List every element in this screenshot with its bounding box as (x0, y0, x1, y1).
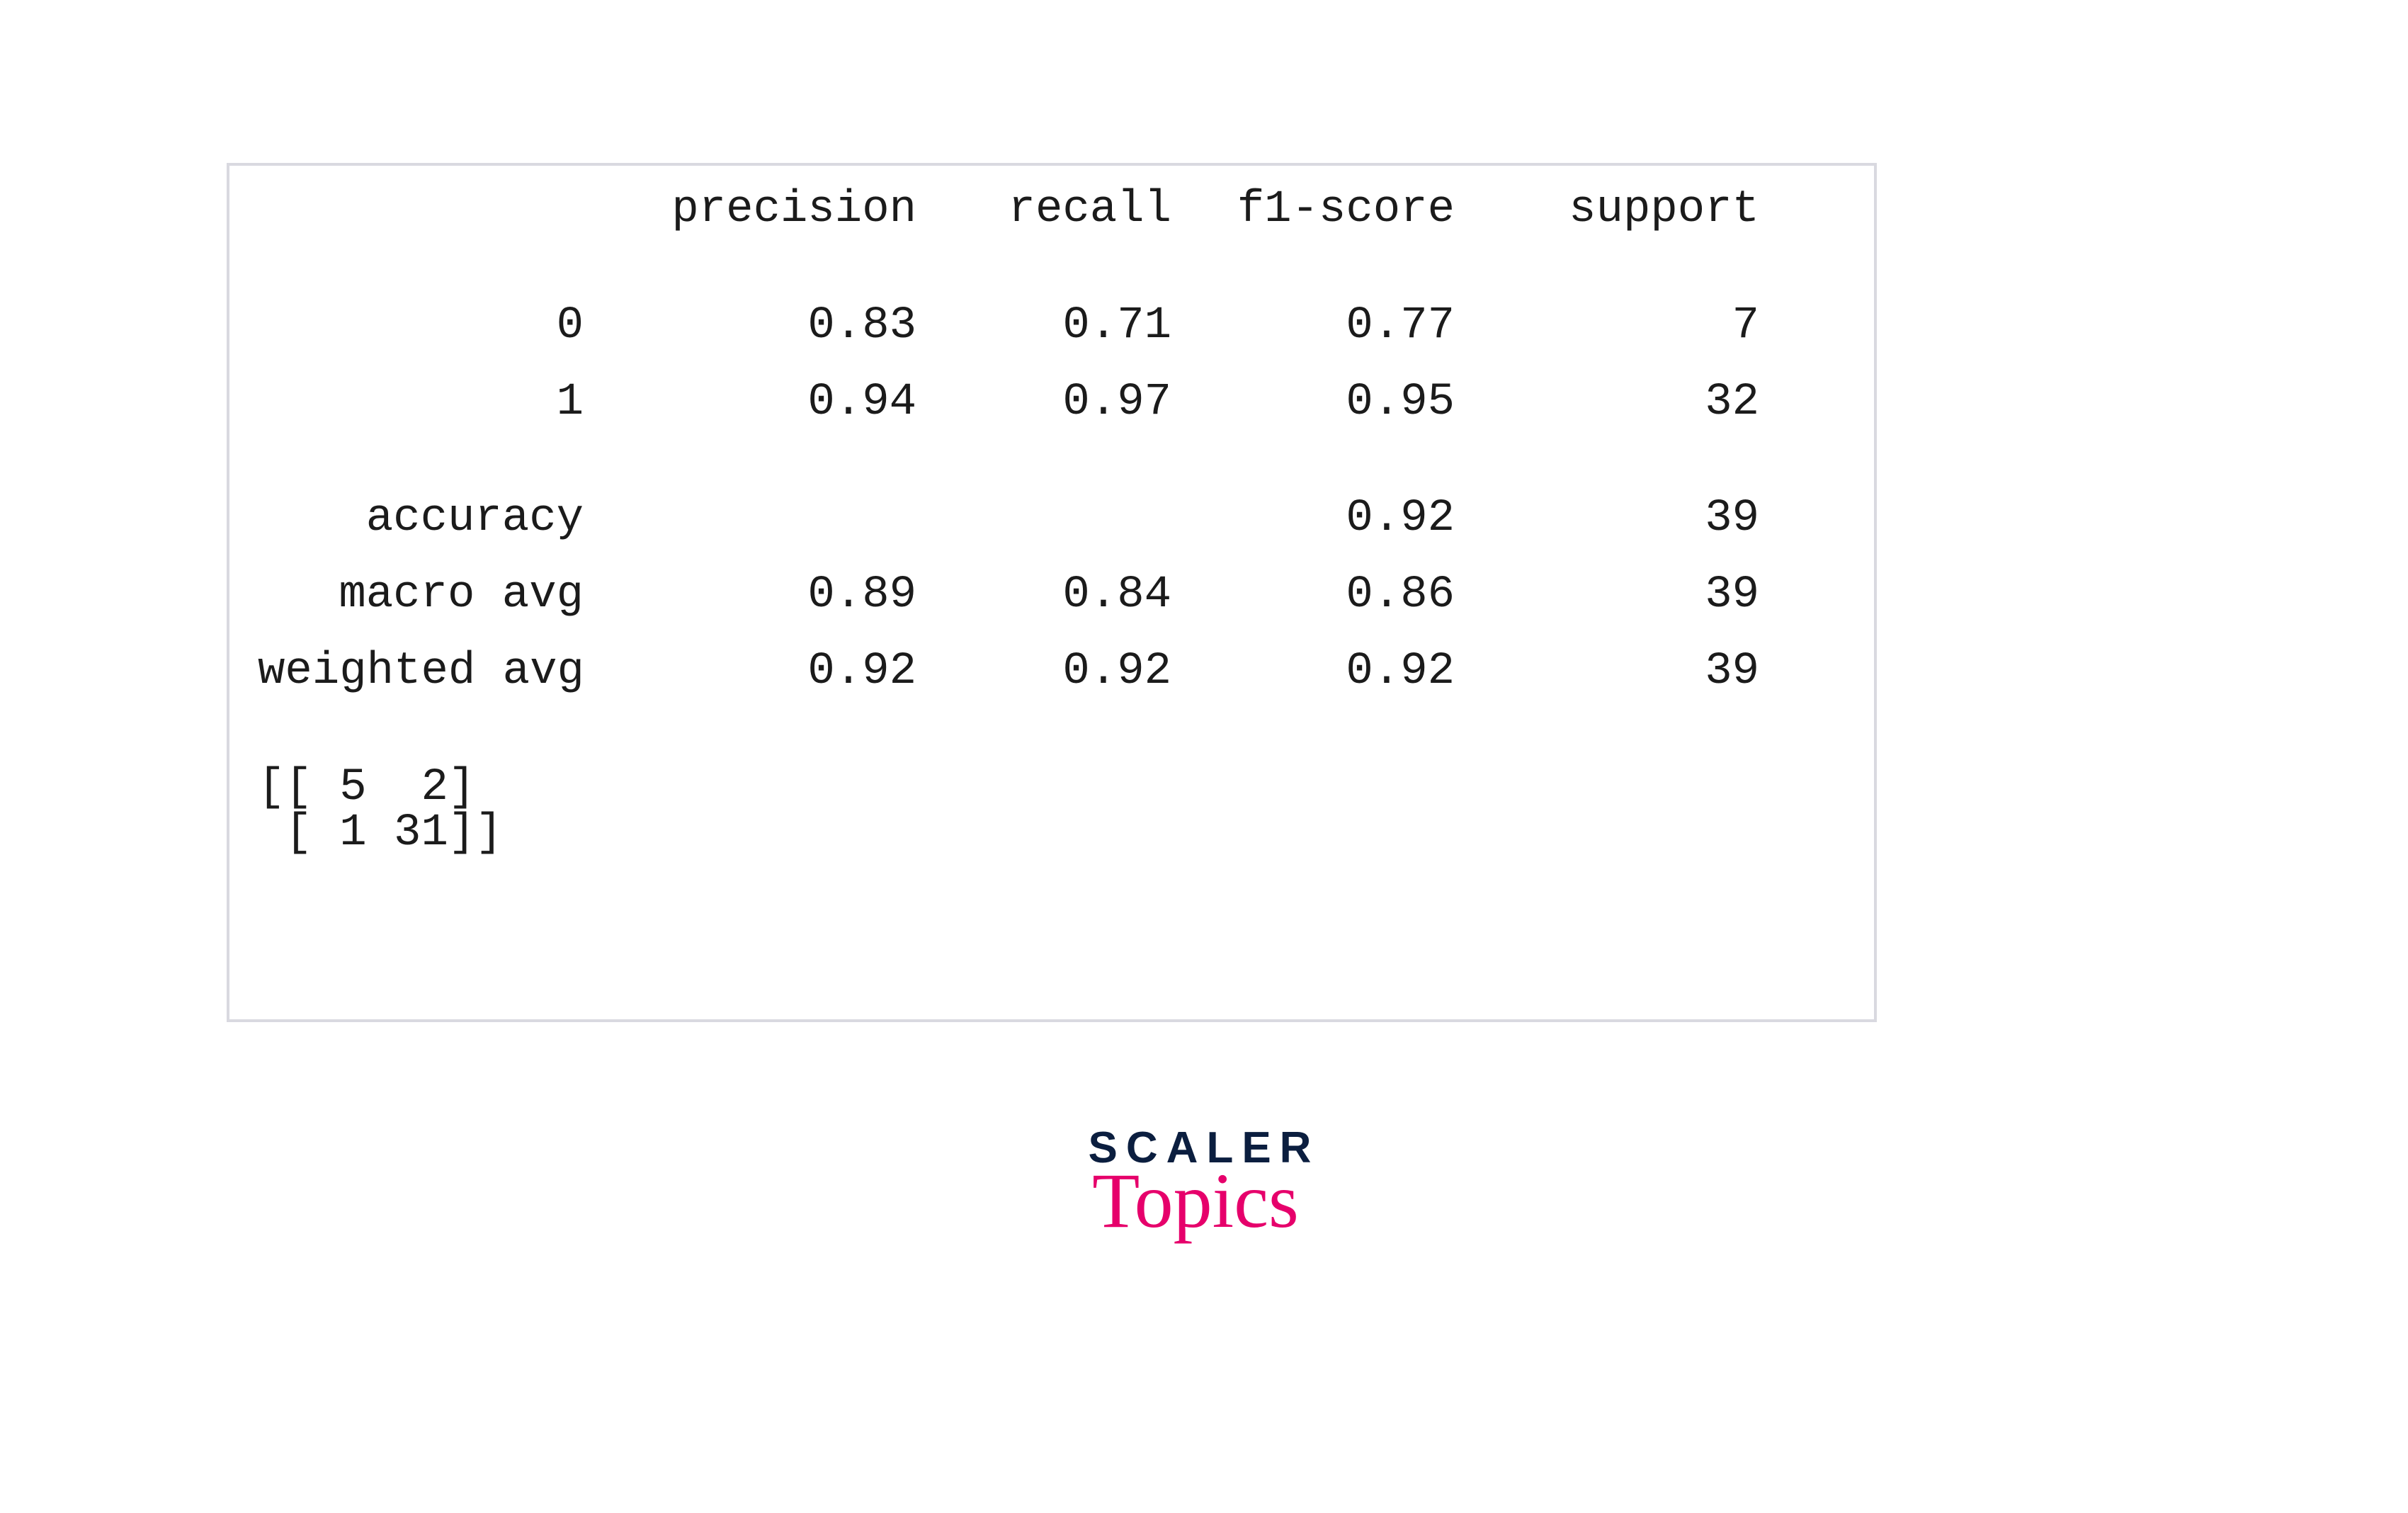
row-f1: 0.95 (1171, 380, 1455, 425)
row-support: 39 (1455, 649, 1759, 694)
row-label: accuracy (258, 496, 584, 541)
macro-avg-row: macro avg 0.89 0.84 0.86 39 (258, 572, 1846, 618)
output-card: precision recall f1-score support 0 0.83… (227, 163, 1877, 1022)
row-recall: 0.97 (916, 380, 1171, 425)
row-recall: 0.92 (916, 649, 1171, 694)
row-support: 32 (1455, 380, 1759, 425)
header-recall: recall (916, 187, 1171, 232)
header-precision: precision (584, 187, 916, 232)
row-precision (584, 496, 916, 541)
class-1-row: 1 0.94 0.97 0.95 32 (258, 380, 1846, 425)
confusion-matrix-row-1: [[ 5 2] (258, 765, 1846, 810)
logo-bottom-text: Topics (1011, 1166, 1380, 1236)
row-label: 1 (258, 380, 584, 425)
row-label: macro avg (258, 572, 584, 618)
row-f1: 0.92 (1171, 496, 1455, 541)
accuracy-row: accuracy 0.92 39 (258, 496, 1846, 541)
row-precision: 0.83 (584, 303, 916, 348)
row-precision: 0.92 (584, 649, 916, 694)
scaler-topics-logo: SCALER Topics (1020, 1126, 1388, 1236)
weighted-avg-row: weighted avg 0.92 0.92 0.92 39 (258, 649, 1846, 694)
row-support: 7 (1455, 303, 1759, 348)
row-recall: 0.84 (916, 572, 1171, 618)
header-support: support (1455, 187, 1759, 232)
row-f1: 0.92 (1171, 649, 1455, 694)
row-f1: 0.86 (1171, 572, 1455, 618)
row-f1: 0.77 (1171, 303, 1455, 348)
row-support: 39 (1455, 572, 1759, 618)
row-precision: 0.89 (584, 572, 916, 618)
header-row: precision recall f1-score support (258, 187, 1846, 232)
row-recall: 0.71 (916, 303, 1171, 348)
row-support: 39 (1455, 496, 1759, 541)
class-0-row: 0 0.83 0.71 0.77 7 (258, 303, 1846, 348)
row-label: weighted avg (258, 649, 584, 694)
header-blank (258, 187, 584, 232)
row-recall (916, 496, 1171, 541)
confusion-matrix-row-2: [ 1 31]] (258, 810, 1846, 856)
header-f1: f1-score (1171, 187, 1455, 232)
row-precision: 0.94 (584, 380, 916, 425)
row-label: 0 (258, 303, 584, 348)
